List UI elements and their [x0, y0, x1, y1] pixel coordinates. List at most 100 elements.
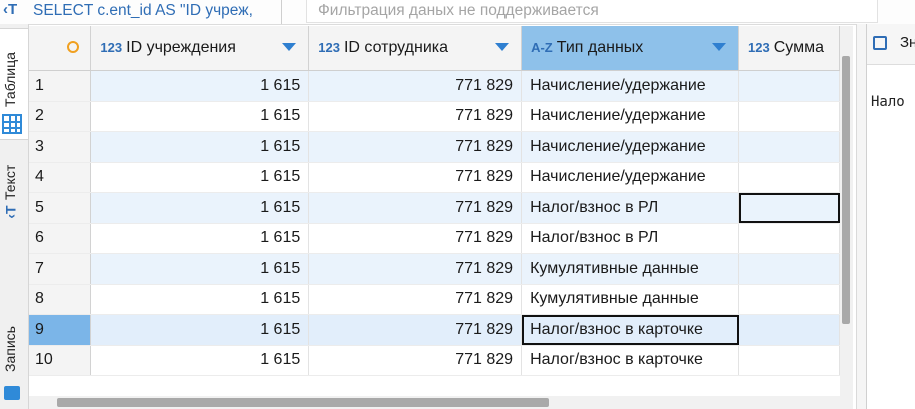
- cell-sum[interactable]: [738, 223, 840, 254]
- query-text[interactable]: SELECT c.ent_id AS "ID учреж,: [33, 2, 275, 22]
- cell-type[interactable]: Начисление/удержание: [521, 131, 740, 163]
- cell-inst[interactable]: 1 615: [90, 101, 310, 132]
- text-type-icon: A-Z: [531, 40, 553, 55]
- numeric-type-icon: 123: [100, 40, 123, 55]
- sort-arrow-icon[interactable]: [495, 43, 510, 51]
- sort-arrow-icon[interactable]: [712, 43, 727, 51]
- grid-corner[interactable]: [29, 26, 92, 71]
- filter-placeholder: Фильтрация даных не поддерживается: [318, 2, 599, 19]
- view-mode-strip: Таблица Текст ‹T Запись: [0, 24, 29, 409]
- query-toolbar: ‹T SELECT c.ent_id AS "ID учреж, Фильтра…: [0, 0, 915, 25]
- cell-inst[interactable]: 1 615: [90, 253, 310, 285]
- table-row[interactable]: 4 1 615 771 829 Начисление/удержание: [29, 162, 840, 193]
- cell-sum[interactable]: [738, 70, 840, 102]
- cell-sum[interactable]: [738, 101, 840, 132]
- cell-sum[interactable]: [738, 192, 840, 224]
- cell-sum[interactable]: [738, 314, 840, 346]
- sql-text-icon: ‹T: [3, 1, 18, 18]
- cell-emp[interactable]: 771 829: [308, 345, 523, 376]
- cell-emp[interactable]: 771 829: [308, 253, 523, 285]
- tab-record-label: Запись: [2, 326, 18, 372]
- cell-emp[interactable]: 771 829: [308, 192, 523, 224]
- cell-sum[interactable]: [738, 131, 840, 163]
- cell-type[interactable]: Кумулятивные данные: [521, 284, 740, 315]
- table-row[interactable]: 6 1 615 771 829 Налог/взнос в РЛ: [29, 223, 840, 254]
- table-row[interactable]: 8 1 615 771 829 Кумулятивные данные: [29, 284, 840, 315]
- column-name: Сумма: [773, 39, 824, 56]
- cell-sum[interactable]: [738, 253, 840, 285]
- filter-input[interactable]: Фильтрация даных не поддерживается: [306, 0, 878, 23]
- value-panel-content[interactable]: Нало: [871, 94, 905, 110]
- row-number[interactable]: 5: [29, 192, 92, 224]
- cell-emp[interactable]: 771 829: [308, 70, 523, 102]
- cell-sum[interactable]: [738, 345, 840, 376]
- toolbar-divider: [281, 0, 282, 24]
- column-header-emp[interactable]: 123 ID сотрудника: [308, 26, 523, 71]
- row-number[interactable]: 4: [29, 162, 92, 193]
- value-panel-title: Зн: [900, 34, 915, 51]
- column-header-type[interactable]: A-Z Тип данных: [521, 26, 740, 71]
- row-number[interactable]: 8: [29, 284, 92, 315]
- cell-type-focused[interactable]: Налог/взнос в карточке: [521, 314, 740, 346]
- table-row[interactable]: 1 1 615 771 829 Начисление/удержание: [29, 70, 840, 102]
- vertical-scrollbar[interactable]: [840, 26, 853, 396]
- row-number[interactable]: 2: [29, 101, 92, 132]
- tab-text[interactable]: Текст ‹T: [0, 142, 28, 232]
- value-viewer-panel: Зн Нало: [866, 24, 915, 409]
- tab-table-label: Таблица: [2, 52, 18, 107]
- cell-emp[interactable]: 771 829: [308, 101, 523, 132]
- cell-emp[interactable]: 771 829: [308, 223, 523, 254]
- column-header-inst[interactable]: 123 ID учреждения: [90, 26, 310, 71]
- results-grid: 123 ID учреждения 123 ID сотрудника A-Z Тип…: [29, 26, 840, 398]
- cell-type[interactable]: Кумулятивные данные: [521, 253, 740, 285]
- sort-arrow-icon[interactable]: [282, 43, 297, 51]
- cell-emp[interactable]: 771 829: [308, 314, 523, 346]
- value-panel-header[interactable]: Зн: [867, 24, 915, 65]
- row-number[interactable]: 7: [29, 253, 92, 285]
- row-number[interactable]: 10: [29, 345, 92, 376]
- table-row-selected[interactable]: 9 1 615 771 829 Налог/взнос в карточке: [29, 314, 840, 346]
- cell-type[interactable]: Начисление/удержание: [521, 162, 740, 193]
- cell-inst[interactable]: 1 615: [90, 314, 310, 346]
- cell-inst[interactable]: 1 615: [90, 345, 310, 376]
- cell-type[interactable]: Начисление/удержание: [521, 70, 740, 102]
- grid-icon: [2, 114, 22, 134]
- cell-inst[interactable]: 1 615: [90, 192, 310, 224]
- horizontal-scrollbar[interactable]: [29, 396, 853, 409]
- vertical-scroll-thumb[interactable]: [842, 56, 850, 324]
- row-number[interactable]: 6: [29, 223, 92, 254]
- table-row[interactable]: 3 1 615 771 829 Начисление/удержание: [29, 131, 840, 163]
- column-header-sum[interactable]: 123 Сумма: [738, 26, 840, 71]
- cell-inst[interactable]: 1 615: [90, 284, 310, 315]
- cell-type[interactable]: Налог/взнос в РЛ: [521, 223, 740, 254]
- cell-emp[interactable]: 771 829: [308, 284, 523, 315]
- cell-emp[interactable]: 771 829: [308, 162, 523, 193]
- cell-type[interactable]: Налог/взнос в РЛ: [521, 192, 740, 224]
- cell-inst[interactable]: 1 615: [90, 131, 310, 163]
- cell-inst[interactable]: 1 615: [90, 162, 310, 193]
- text-icon: ‹T: [2, 205, 19, 219]
- table-row[interactable]: 7 1 615 771 829 Кумулятивные данные: [29, 253, 840, 285]
- horizontal-scroll-thumb[interactable]: [57, 398, 549, 407]
- table-row[interactable]: 10 1 615 771 829 Налог/взнос в карточке: [29, 345, 840, 376]
- table-row[interactable]: 2 1 615 771 829 Начисление/удержание: [29, 101, 840, 132]
- cell-emp[interactable]: 771 829: [308, 131, 523, 163]
- column-name: ID сотрудника: [343, 39, 448, 56]
- panel-splitter[interactable]: [856, 24, 866, 409]
- tab-record[interactable]: Запись: [0, 314, 28, 409]
- tab-table[interactable]: Таблица: [0, 28, 28, 140]
- numeric-type-icon: 123: [318, 40, 340, 55]
- cell-inst[interactable]: 1 615: [90, 223, 310, 254]
- cell-sum[interactable]: [738, 162, 840, 193]
- row-number[interactable]: 9: [29, 314, 92, 346]
- cell-sum[interactable]: [738, 284, 840, 315]
- numeric-type-icon: 123: [748, 40, 770, 55]
- table-row[interactable]: 5 1 615 771 829 Налог/взнос в РЛ: [29, 192, 840, 224]
- cell-inst[interactable]: 1 615: [90, 70, 310, 102]
- cell-type[interactable]: Начисление/удержание: [521, 101, 740, 132]
- row-number[interactable]: 1: [29, 70, 92, 102]
- tab-text-label: Текст: [2, 164, 18, 200]
- row-number[interactable]: 3: [29, 131, 92, 163]
- panel-icon: [873, 36, 887, 50]
- cell-type[interactable]: Налог/взнос в карточке: [521, 345, 740, 376]
